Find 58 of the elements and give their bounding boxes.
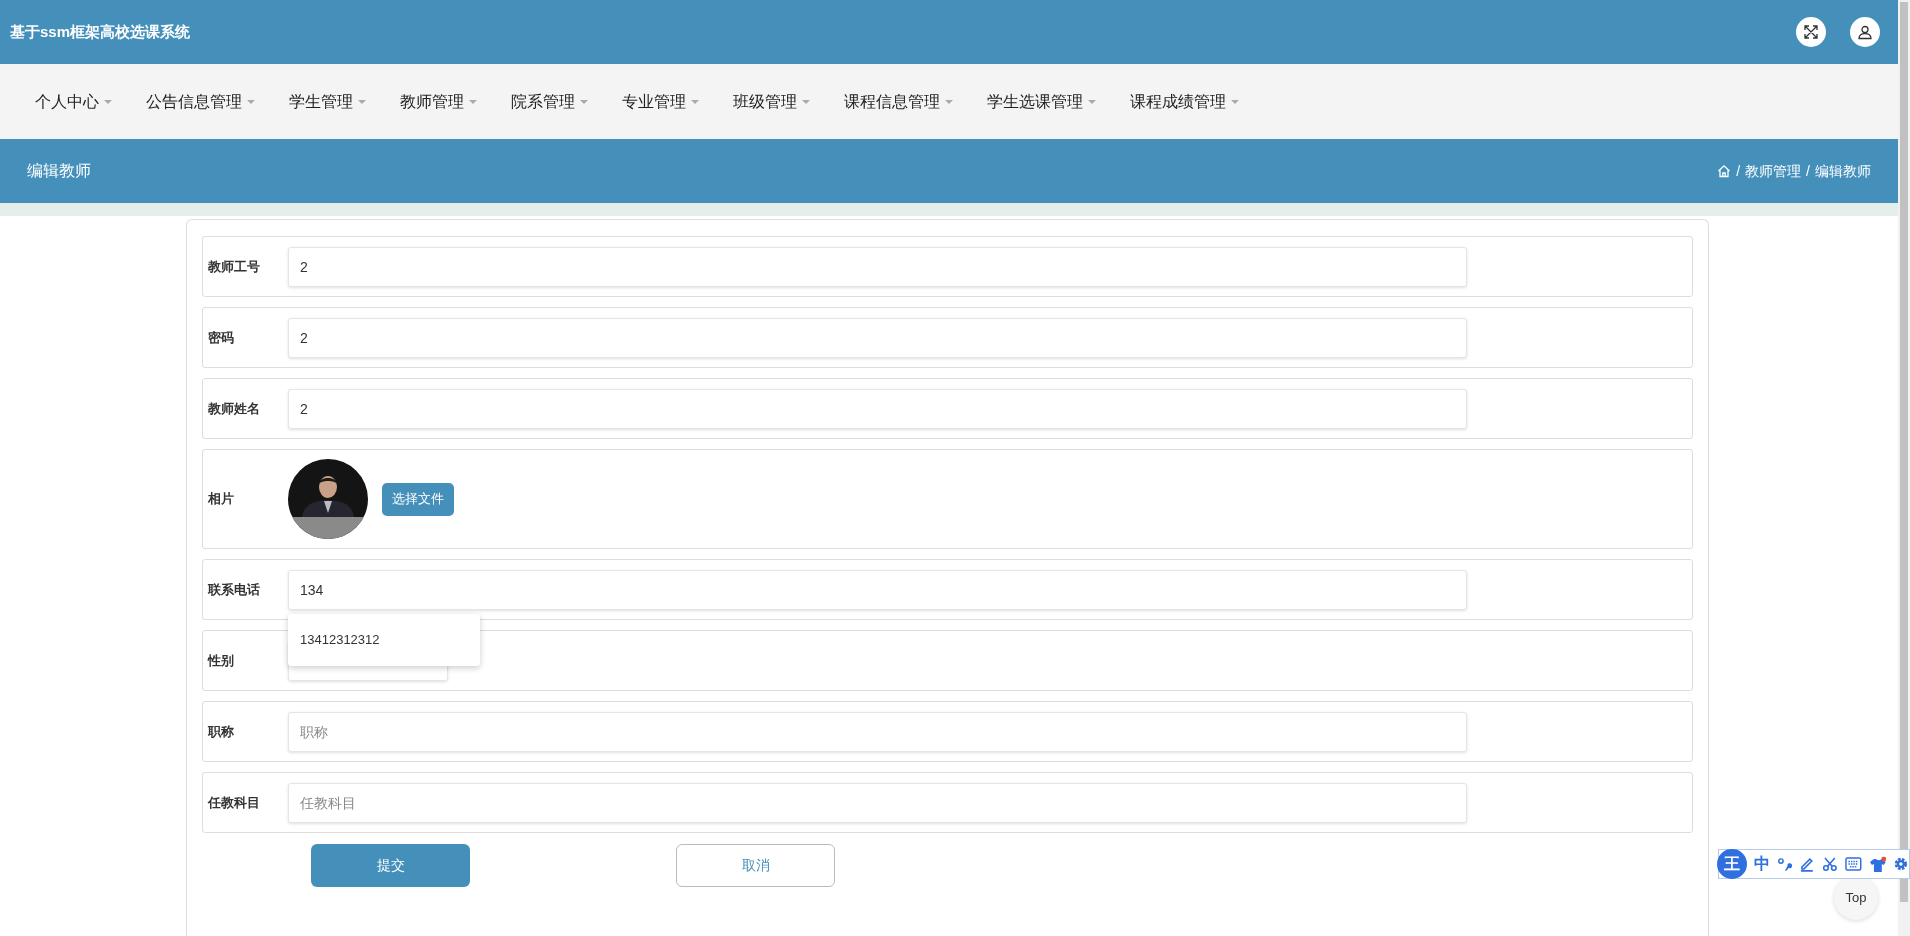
nav-menu-item[interactable]: 公告信息管理 [129,89,272,114]
field-label: 密码 [208,328,235,347]
user-button[interactable] [1850,17,1880,47]
ime-logo[interactable]: 王 [1717,849,1747,879]
nav-menu-item[interactable]: 学生管理 [272,89,383,114]
submit-button[interactable]: 提交 [311,844,470,887]
input-field[interactable]: 2 [288,317,1467,358]
page-title: 编辑教师 [27,161,91,181]
caret-icon [945,99,953,104]
nav-menu-item[interactable]: 课程成绩管理 [1113,89,1256,114]
input-field[interactable]: 134 [288,569,1467,610]
cancel-button[interactable]: 取消 [676,844,835,887]
pen-icon[interactable] [1799,856,1816,872]
caret-icon [580,99,588,104]
field-label: 教师姓名 [208,399,261,418]
fullscreen-button[interactable] [1796,17,1826,47]
autocomplete-menu[interactable]: 13412312312 [288,613,480,666]
nav-menu-item[interactable]: 专业管理 [605,89,716,114]
nav-menu-item[interactable]: 院系管理 [494,89,605,114]
caret-icon [1088,99,1096,104]
nav-menu-item[interactable]: 个人中心 [18,89,129,114]
home-icon[interactable] [1717,164,1732,178]
app-title: 基于ssm框架高校选课系统 [10,21,191,42]
expand-icon [1803,24,1819,40]
breadcrumb-link[interactable]: 教师管理 [1745,160,1802,182]
keyboard-icon[interactable] [1844,857,1862,871]
breadcrumb-separator: / [1806,161,1810,181]
back-to-top-button[interactable]: Top [1834,876,1878,920]
nav-menu-item[interactable]: 教师管理 [383,89,494,114]
nav-menu-item[interactable]: 课程信息管理 [827,89,970,114]
input-field[interactable]: 2 [288,388,1467,429]
input-field[interactable]: 2 [288,246,1467,287]
caret-icon [358,99,366,104]
punctuation-icon[interactable] [1776,856,1793,872]
field-label: 联系电话 [208,580,261,599]
choose-file-button[interactable]: 选择文件 [382,482,454,516]
user-icon [1857,24,1873,40]
field-label: 任教科目 [208,793,261,812]
scrollbar[interactable] [1898,0,1910,936]
caret-icon [104,99,112,104]
field-label: 性别 [208,651,235,670]
field-label: 职称 [208,722,235,741]
nav-menu-item[interactable]: 班级管理 [716,89,827,114]
input-field[interactable]: 任教科目 [288,782,1467,823]
field-label: 相片 [208,490,235,509]
scissors-icon[interactable] [1822,856,1838,872]
caret-icon [1231,99,1239,104]
breadcrumb-separator: / [1736,161,1741,181]
field-label: 教师工号 [208,257,261,276]
caret-icon [802,99,810,104]
shirt-icon[interactable] [1868,855,1887,873]
input-field[interactable]: 职称 [288,711,1467,752]
caret-icon [247,99,255,104]
settings-icon[interactable] [1893,856,1909,872]
caret-icon [691,99,699,104]
caret-icon [469,99,477,104]
nav-menu-item[interactable]: 学生选课管理 [970,89,1113,114]
ime-mode-toggle[interactable]: 中 [1753,852,1770,876]
